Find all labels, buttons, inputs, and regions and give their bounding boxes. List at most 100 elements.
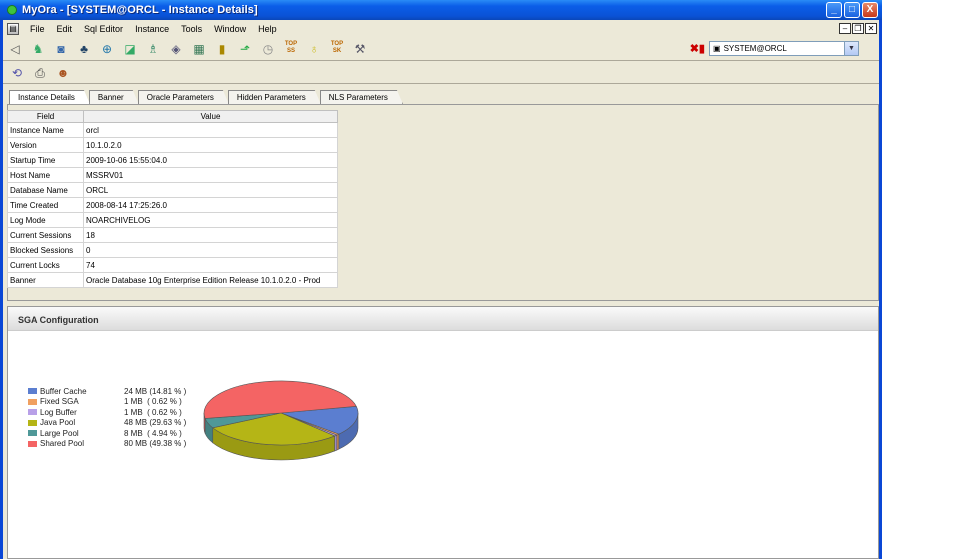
value-cell: 18 (83, 227, 338, 243)
close-button[interactable]: X (862, 2, 878, 18)
value-cell: ORCL (83, 182, 338, 198)
tab-banner[interactable]: Banner (89, 90, 139, 104)
legend-item: Log Buffer 1 MB ( 0.62 % ) (28, 407, 186, 418)
tab-instance-details[interactable]: Instance Details (9, 90, 90, 104)
menu-window[interactable]: Window (208, 24, 252, 34)
legend-swatch (28, 398, 37, 405)
toolbar-divider (3, 60, 879, 61)
table-row[interactable]: Banner Oracle Database 10g Enterprise Edi… (7, 272, 338, 288)
users-icon[interactable]: ♣ (76, 41, 92, 57)
network-icon[interactable]: ⊕ (99, 41, 115, 57)
legend-swatch (28, 440, 37, 447)
value-cell: 2009-10-06 15:55:04.0 (83, 152, 338, 168)
print-icon[interactable]: ⎙ (32, 65, 48, 81)
field-cell: Database Name (7, 182, 84, 198)
tab-nls-parameters[interactable]: NLS Parameters (320, 90, 403, 104)
field-cell: Instance Name (7, 122, 84, 138)
field-cell: Startup Time (7, 152, 84, 168)
sga-pie-chart (203, 380, 359, 461)
table-row[interactable]: Current Locks 74 (7, 257, 338, 273)
value-cell: NOARCHIVELOG (83, 212, 338, 228)
tag-icon[interactable]: ◈ (168, 41, 184, 57)
table-row[interactable]: Version 10.1.0.2.0 (7, 137, 338, 153)
menu-sql-editor[interactable]: Sql Editor (78, 24, 129, 34)
value-cell: orcl (83, 122, 338, 138)
legend-item: Fixed SGA 1 MB ( 0.62 % ) (28, 397, 186, 408)
column-header-field[interactable]: Field (7, 110, 84, 123)
tab-strip: Instance Details Banner Oracle Parameter… (9, 90, 402, 104)
connection-select[interactable]: ▣ SYSTEM@ORCL ▼ (709, 41, 859, 56)
menu-bar: ▤ File Edit Sql Editor Instance Tools Wi… (3, 20, 879, 38)
window-menu-icon[interactable]: ▤ (7, 23, 19, 35)
value-cell: 0 (83, 242, 338, 258)
connection-area: ✖▮ ▣ SYSTEM@ORCL ▼ (690, 41, 859, 56)
field-cell: Current Sessions (7, 227, 84, 243)
legend-label: Java Pool (40, 418, 76, 428)
history-icon[interactable]: ◷ (260, 41, 276, 57)
top-ss-icon[interactable]: TOP SS (283, 41, 299, 57)
field-cell: Blocked Sessions (7, 242, 84, 258)
minimize-button[interactable]: _ (826, 2, 842, 18)
disconnect-icon[interactable]: ✖▮ (690, 42, 705, 55)
value-cell: MSSRV01 (83, 167, 338, 183)
app-icon (7, 5, 17, 15)
chevron-down-icon[interactable]: ▼ (844, 42, 858, 55)
pie-slice-side (334, 434, 338, 452)
legend-value: 1 MB ( 0.62 % ) (124, 407, 182, 417)
field-cell: Log Mode (7, 212, 84, 228)
objects-icon[interactable]: ♗ (145, 41, 161, 57)
legend-value: 1 MB ( 0.62 % ) (124, 397, 182, 407)
table-row[interactable]: Time Created 2008-08-14 17:25:26.0 (7, 197, 338, 213)
connection-value: SYSTEM@ORCL (723, 44, 787, 53)
top-sk-icon[interactable]: TOP SK (329, 41, 345, 57)
legend-item: Buffer Cache 24 MB (14.81 % ) (28, 386, 186, 397)
table-row[interactable]: Blocked Sessions 0 (7, 242, 338, 258)
field-cell: Time Created (7, 197, 84, 213)
legend-swatch (28, 430, 37, 437)
tools-icon[interactable]: ⚒ (352, 41, 368, 57)
value-cell: 74 (83, 257, 338, 273)
pie-legend: Buffer Cache 24 MB (14.81 % ) Fixed SGA 1 M… (28, 386, 186, 449)
title-bar[interactable]: MyOra - [SYSTEM@ORCL - Instance Details]… (0, 0, 882, 20)
legend-value: 48 MB (29.63 % ) (124, 418, 187, 428)
legend-value: 24 MB (14.81 % ) (124, 386, 187, 396)
tab-hidden-parameters[interactable]: Hidden Parameters (228, 90, 321, 104)
menu-help[interactable]: Help (252, 24, 283, 34)
report-icon[interactable]: ▦ (191, 41, 207, 57)
menu-tools[interactable]: Tools (175, 24, 208, 34)
mdi-minimize-button[interactable]: – (839, 23, 851, 34)
refresh-icon[interactable]: ⟲ (9, 65, 25, 81)
instance-details-table: Field Value Instance Name orcl Version 10.1… (7, 110, 338, 288)
table-row[interactable]: Startup Time 2009-10-06 15:55:04.0 (7, 152, 338, 168)
field-cell: Current Locks (7, 257, 84, 273)
menu-file[interactable]: File (24, 24, 51, 34)
maximize-button[interactable]: □ (844, 2, 860, 18)
legend-item: Large Pool 8 MB ( 4.94 % ) (28, 428, 186, 439)
table-row[interactable]: Host Name MSSRV01 (7, 167, 338, 183)
table-row[interactable]: Database Name ORCL (7, 182, 338, 198)
table-row[interactable]: Instance Name orcl (7, 122, 338, 138)
menu-edit[interactable]: Edit (51, 24, 79, 34)
tablespace-icon[interactable]: ◪ (122, 41, 138, 57)
main-window: MyOra - [SYSTEM@ORCL - Instance Details]… (0, 0, 882, 559)
table-row[interactable]: Log Mode NOARCHIVELOG (7, 212, 338, 228)
pie-slice-side (336, 433, 340, 451)
bulb-icon[interactable]: ♁ (306, 41, 322, 57)
database-icon[interactable]: ◙ (53, 41, 69, 57)
legend-label: Fixed SGA (40, 397, 79, 407)
table-row[interactable]: Current Sessions 18 (7, 227, 338, 243)
chart-icon[interactable]: ⬏ (237, 41, 253, 57)
mdi-close-button[interactable]: ✕ (865, 23, 877, 34)
legend-item: Shared Pool 80 MB (49.38 % ) (28, 439, 186, 450)
tab-oracle-parameters[interactable]: Oracle Parameters (138, 90, 229, 104)
sql-editor-icon[interactable]: ◁ (7, 41, 23, 57)
sga-title: SGA Configuration (8, 307, 878, 331)
menu-instance[interactable]: Instance (129, 24, 175, 34)
mdi-restore-button[interactable]: ❐ (852, 23, 864, 34)
value-cell: 10.1.0.2.0 (83, 137, 338, 153)
help-icon[interactable]: ☻ (55, 65, 71, 81)
legend-swatch (28, 388, 37, 395)
column-header-value[interactable]: Value (83, 110, 338, 123)
statistics-icon[interactable]: ▮ (214, 41, 230, 57)
sessions-icon[interactable]: ♞ (30, 41, 46, 57)
